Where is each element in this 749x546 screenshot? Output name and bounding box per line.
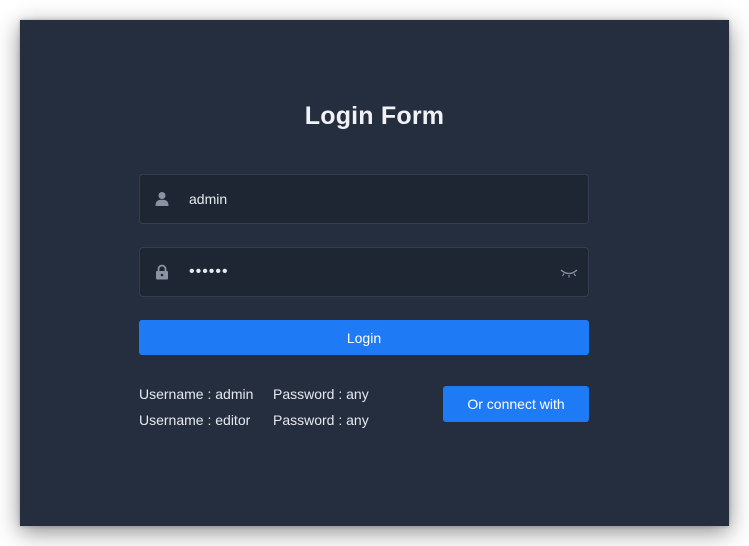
login-button[interactable]: Login [139,320,589,355]
credential-password-editor: Password : any [273,412,369,428]
credential-password-admin: Password : any [273,386,369,402]
username-value[interactable]: admin [189,175,227,223]
lock-icon [154,264,170,280]
credential-username-admin: Username : admin [139,386,254,402]
password-field[interactable]: •••••• [139,247,589,297]
user-icon [154,191,170,207]
username-field[interactable]: admin [139,174,589,224]
eye-closed-icon[interactable] [560,266,578,278]
password-value[interactable]: •••••• [189,248,229,296]
connect-with-button[interactable]: Or connect with [443,386,589,422]
login-window: Login Form admin •••••• Login Username:… [20,20,729,526]
credential-username-editor: Username : editor [139,412,251,428]
form-title: Login Form [304,102,445,130]
